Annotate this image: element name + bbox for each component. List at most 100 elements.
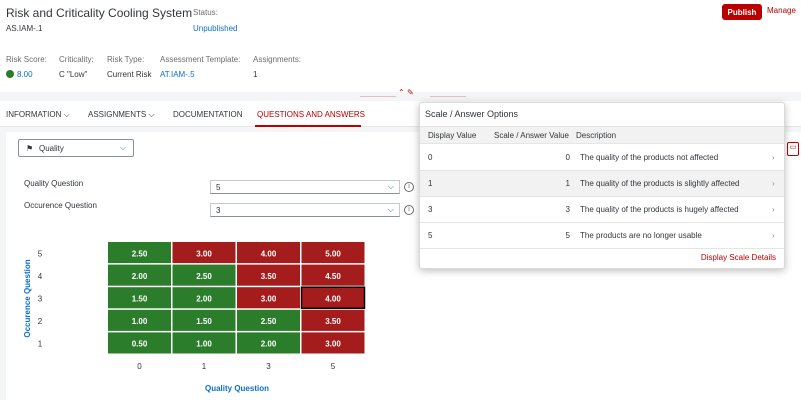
scale-answer-popover: Scale / Answer Options Display Value Sca… (419, 102, 785, 269)
object-header: Risk and Criticality Cooling System AS.I… (0, 0, 801, 92)
answer-description: The quality of the products is hugely af… (580, 205, 739, 214)
y-axis-title: Occurence Question (23, 259, 32, 337)
occurence-question-select[interactable]: 3 ⌵ (210, 203, 400, 217)
quality-question-value: 5 (216, 183, 221, 192)
risk-score-label: Risk Score: (6, 55, 47, 64)
cell-value-label: 3.50 (261, 272, 277, 281)
tab-assignments[interactable]: ASSIGNMENTS ⌵ (88, 110, 155, 120)
chevron-down-icon: ⌵ (387, 205, 394, 214)
header-collapse-control[interactable]: ⌃ ✎ (398, 88, 414, 97)
assignments-label: Assignments: (253, 55, 302, 64)
info-icon[interactable]: i (404, 205, 414, 215)
chevron-down-icon: ⌵ (119, 143, 126, 152)
risk-score-value: 8.00 (17, 70, 33, 79)
occurence-question-label: Occurence Question (24, 201, 97, 210)
edge-action-button[interactable]: ▭ (787, 142, 799, 156)
answer-option-row[interactable]: 1 1 The quality of the products is slightl… (420, 171, 784, 197)
y-tick-label: 5 (38, 249, 43, 258)
risk-score-value-wrap: 8.00 (6, 70, 33, 79)
cell-value-label: 2.50 (261, 317, 277, 326)
collapse-divider (430, 96, 466, 97)
col-description: Description (576, 131, 617, 140)
chevron-down-icon: ⌵ (148, 110, 155, 119)
answer-display-value: 5 (428, 231, 433, 240)
criticality-value: C "Low" (59, 70, 88, 79)
answer-display-value: 0 (428, 153, 433, 162)
cell-value-label: 2.00 (196, 295, 212, 304)
col-scale-value: Scale / Answer Value (494, 131, 570, 140)
cell-value-label: 1.00 (196, 340, 212, 349)
active-tab-indicator (255, 125, 361, 127)
cell-value-label: 3.00 (325, 340, 341, 349)
answer-scale-value: 0 (565, 153, 570, 162)
criticality-label: Criticality: (59, 55, 94, 64)
x-tick-label: 3 (266, 362, 271, 371)
answer-scale-value: 5 (565, 231, 570, 240)
status-label: Status: (193, 8, 218, 17)
answer-option-row[interactable]: 0 0 The quality of the products not affect… (420, 145, 784, 171)
cell-value-label: 5.00 (325, 249, 341, 258)
cell-value-label: 1.50 (196, 317, 212, 326)
y-tick-label: 1 (38, 340, 43, 349)
answer-option-row[interactable]: 5 5 The products are no longer usable › (420, 223, 784, 249)
answer-scale-value: 3 (565, 205, 570, 214)
display-scale-details-link[interactable]: Display Scale Details (701, 253, 776, 262)
chevron-right-icon: › (772, 179, 775, 188)
info-icon[interactable]: i (404, 182, 414, 192)
pin-icon[interactable]: ✎ (407, 88, 414, 97)
cell-value-label: 0.50 (132, 340, 148, 349)
answer-display-value: 1 (428, 179, 433, 188)
status-value: Unpublished (193, 24, 238, 33)
cell-value-label: 4.00 (261, 249, 277, 258)
risk-type-value: Current Risk (107, 70, 152, 79)
col-display-value: Display Value (428, 131, 477, 140)
template-label: Assessment Template: (160, 55, 241, 64)
collapse-up-icon[interactable]: ⌃ (398, 88, 405, 97)
popover-title: Scale / Answer Options (425, 109, 519, 119)
chevron-down-icon: ⌵ (63, 110, 70, 119)
occurence-question-value: 3 (216, 206, 221, 215)
cell-value-label: 4.50 (325, 272, 341, 281)
chevron-right-icon: › (772, 231, 775, 240)
y-tick-label: 2 (38, 317, 43, 326)
quality-question-select[interactable]: 5 ⌵ (210, 180, 400, 194)
cell-value-label: 3.00 (196, 249, 212, 258)
chevron-right-icon: › (772, 153, 775, 162)
category-select[interactable]: ⚑ Quality ⌵ (18, 139, 134, 157)
x-tick-label: 1 (202, 362, 207, 371)
answer-display-value: 3 (428, 205, 433, 214)
cell-value-label: 1.50 (132, 295, 148, 304)
cell-value-label: 2.50 (132, 249, 148, 258)
x-tick-label: 0 (137, 362, 142, 371)
chevron-down-icon: ⌵ (387, 182, 394, 191)
y-tick-label: 4 (38, 272, 43, 281)
quality-question-label: Quality Question (24, 179, 84, 188)
cell-value-label: 3.50 (325, 317, 341, 326)
cell-value-label: 3.00 (261, 295, 277, 304)
answer-description: The quality of the products is slightly … (580, 179, 740, 188)
chevron-right-icon: › (772, 205, 775, 214)
collapse-divider (360, 96, 396, 97)
template-link[interactable]: AT.IAM-.5 (160, 70, 195, 79)
risk-matrix-chart: 5 2.50 3.00 4.00 5.00 4 2.00 2.50 3.50 4.50 3 1.50 2… (23, 242, 366, 393)
score-indicator-icon (6, 70, 14, 78)
tab-documentation[interactable]: DOCUMENTATION (173, 110, 242, 119)
page-title: Risk and Criticality Cooling System (6, 6, 193, 20)
cell-value-label: 2.00 (261, 340, 277, 349)
publish-button[interactable]: Publish (722, 4, 762, 20)
cell-value-label: 1.00 (132, 317, 148, 326)
answer-description: The quality of the products not affected (580, 153, 719, 162)
y-tick-label: 3 (38, 295, 43, 304)
quality-icon: ⚑ (26, 144, 34, 153)
tab-information[interactable]: INFORMATION ⌵ (6, 110, 70, 120)
popover-table-header: Display Value Scale / Answer Value Descr… (420, 126, 784, 144)
tab-questions-answers[interactable]: QUESTIONS AND ANSWERS (257, 110, 365, 119)
x-tick-label: 5 (331, 362, 336, 371)
x-axis-title: Quality Question (205, 384, 269, 393)
manage-button[interactable]: Manage (767, 6, 796, 15)
answer-scale-value: 1 (565, 179, 570, 188)
cell-value-label: 2.00 (132, 272, 148, 281)
assignments-value: 1 (253, 70, 258, 79)
answer-option-row[interactable]: 3 3 The quality of the products is hugely … (420, 197, 784, 223)
object-id: AS.IAM-.1 (6, 24, 43, 33)
